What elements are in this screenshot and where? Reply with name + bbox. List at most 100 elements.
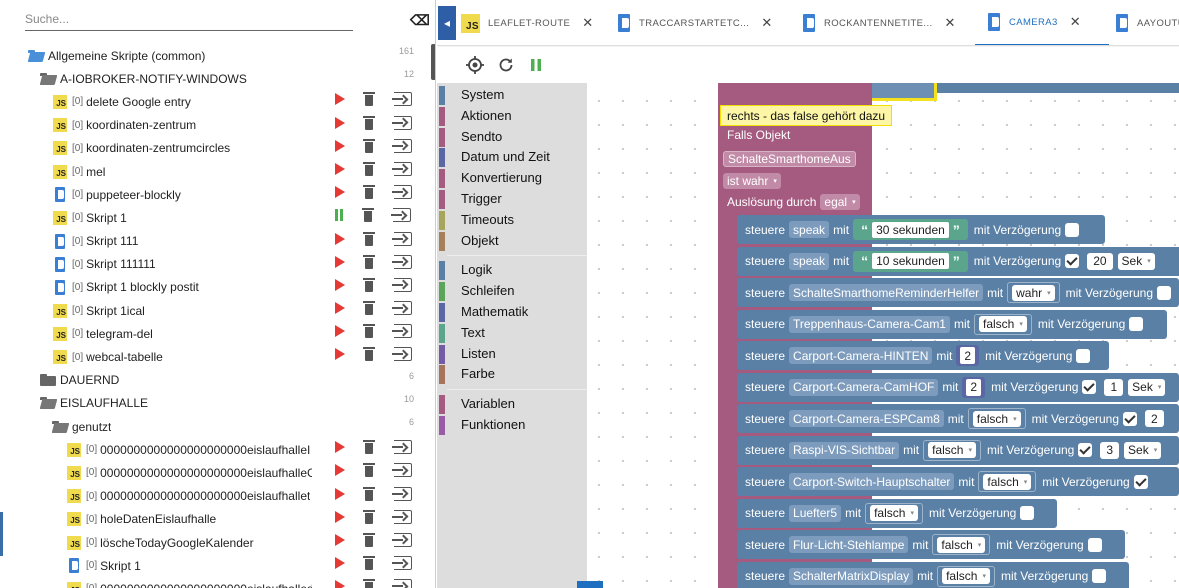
tab-rockantennetite[interactable]: ROCKANTENNETITE... ✕ <box>802 0 956 45</box>
toolbox-category-text[interactable]: Text <box>437 323 587 344</box>
export-icon[interactable] <box>392 463 412 478</box>
script-row[interactable]: JS [0]0000000000000000000000eislaufhalled… <box>0 577 430 588</box>
script-row[interactable]: [0] Skript 111111 <box>0 253 430 276</box>
toolbox-category-timeouts[interactable]: Timeouts <box>437 210 587 231</box>
script-row[interactable]: JS [0] delete Google entry <box>0 90 430 113</box>
play-icon[interactable] <box>335 464 345 477</box>
trash-icon[interactable] <box>363 579 375 588</box>
export-icon[interactable] <box>392 532 412 547</box>
script-row[interactable]: JS [0] löscheTodayGoogleKalender <box>0 531 430 554</box>
play-icon[interactable] <box>335 557 345 570</box>
export-icon[interactable] <box>392 185 412 200</box>
trash-icon[interactable] <box>363 277 375 292</box>
control-block[interactable]: steuere Luefter5 mit falsch ▾ mit Verzögerung <box>737 498 1057 528</box>
script-row[interactable]: [0] Skript 111 <box>0 230 430 253</box>
play-icon[interactable] <box>335 232 345 245</box>
toolbox-category-funktionen[interactable]: Funktionen <box>437 415 587 436</box>
play-icon[interactable] <box>335 302 345 315</box>
toolbox-category-mathematik[interactable]: Mathematik <box>437 302 587 323</box>
toolbox-category-trigger[interactable]: Trigger <box>437 189 587 210</box>
export-icon[interactable] <box>392 556 412 571</box>
delay-unit-select[interactable]: Sek ▾ <box>1117 252 1155 270</box>
play-icon[interactable] <box>335 348 345 361</box>
value-slot[interactable]: falsch ▾ <box>967 408 1026 429</box>
control-block[interactable]: steuere Raspi-VIS-Sichtbar mit falsch ▾ mit V… <box>737 435 1179 465</box>
delay-checkbox[interactable] <box>1078 443 1093 457</box>
control-block[interactable]: steuere Treppenhaus-Camera-Cam1 mit falsch ▾… <box>737 309 1167 339</box>
object-id-pill[interactable]: SchalterMatrixDisplay <box>789 567 914 585</box>
bool-select[interactable]: falsch ▾ <box>942 568 990 584</box>
script-row[interactable]: JS [0] 0000000000000000000000eislaufhalleG <box>0 461 430 484</box>
number-value[interactable]: 2 <box>960 347 976 364</box>
trash-icon[interactable] <box>363 324 375 339</box>
control-block[interactable]: steuere Carport-Camera-ESPCam8 mit falsch ▾ m… <box>737 404 1179 433</box>
play-icon[interactable] <box>335 116 345 129</box>
toolbox-category-system[interactable]: System <box>437 85 587 106</box>
script-row[interactable]: JS [0] 0000000000000000000000eislaufhalleI <box>0 438 430 461</box>
trash-icon[interactable] <box>363 301 375 316</box>
number-value[interactable]: 2 <box>966 378 982 396</box>
delay-value[interactable]: 1 <box>1104 378 1124 396</box>
script-row[interactable]: JS [0] holeDatenEislaufhalle <box>0 508 430 531</box>
toolbox-category-datum-und-zeit[interactable]: Datum und Zeit <box>437 147 587 168</box>
control-block[interactable]: steuere SchalteSmarthomeReminderHelfer mit… <box>737 278 1179 307</box>
script-row[interactable]: [0] Skript 1 blockly postit <box>0 276 430 299</box>
play-icon[interactable] <box>335 139 345 152</box>
play-icon[interactable] <box>335 441 345 454</box>
object-id-pill[interactable]: Carport-Camera-HINTEN <box>789 347 933 364</box>
trash-icon[interactable] <box>363 138 375 153</box>
bool-select[interactable]: falsch ▾ <box>972 410 1021 427</box>
export-icon[interactable] <box>392 231 412 246</box>
object-id-pill[interactable]: Flur-Licht-Stehlampe <box>789 536 909 553</box>
tab-traccarstartetc[interactable]: TRACCARSTARTETC... ✕ <box>617 0 773 45</box>
value-slot[interactable]: falsch ▾ <box>865 502 923 524</box>
script-row[interactable]: [0] puppeteer-blockly <box>0 183 430 206</box>
export-icon[interactable] <box>392 579 412 588</box>
toolbox-category-objekt[interactable]: Objekt <box>437 231 587 252</box>
text-value[interactable]: 30 sekunden <box>872 221 949 238</box>
workspace-scrollbar[interactable] <box>577 581 603 588</box>
play-icon[interactable] <box>335 510 345 523</box>
value-slot[interactable]: falsch ▾ <box>923 439 981 461</box>
toolbox-category-farbe[interactable]: Farbe <box>437 364 587 385</box>
toolbox-category-listen[interactable]: Listen <box>437 344 587 365</box>
script-row[interactable]: JS [0] koordinaten-zentrumcircles <box>0 137 430 160</box>
tab-aayoutub[interactable]: AAYOUTUB... <box>1115 0 1179 45</box>
delay-checkbox[interactable] <box>1065 254 1080 268</box>
object-id-pill[interactable]: speak <box>789 221 830 238</box>
block-comment[interactable]: rechts - das false gehört dazu <box>720 105 893 126</box>
script-row[interactable]: JS [0] koordinaten-zentrum <box>0 114 430 137</box>
control-block[interactable]: steuere Flur-Licht-Stehlampe mit falsch ▾ mit… <box>737 530 1125 559</box>
control-block[interactable]: steuere Carport-Camera-CamHOF mit 2 mit Verz… <box>737 372 1179 402</box>
restart-icon[interactable] <box>497 56 515 74</box>
delay-checkbox[interactable] <box>1157 285 1171 300</box>
object-id-pill[interactable]: Luefter5 <box>789 504 842 522</box>
export-icon[interactable] <box>392 301 412 316</box>
delay-value[interactable]: 20 <box>1087 252 1113 270</box>
condition-select[interactable]: ist wahr ▾ <box>723 173 781 189</box>
export-icon[interactable] <box>392 161 412 176</box>
close-icon[interactable]: ✕ <box>1070 14 1081 30</box>
delay-checkbox[interactable] <box>1020 506 1035 520</box>
script-row[interactable]: JS [0] Skript 1 <box>0 206 430 229</box>
close-icon[interactable]: ✕ <box>761 15 772 31</box>
delay-checkbox[interactable] <box>1123 411 1138 426</box>
delay-checkbox[interactable] <box>1129 317 1144 331</box>
trigger-by-select[interactable]: egal ▾ <box>820 194 860 210</box>
value-slot[interactable]: falsch ▾ <box>937 565 995 587</box>
value-slot[interactable]: 2 <box>956 345 980 366</box>
text-value[interactable]: 10 sekunden <box>872 253 949 269</box>
value-slot[interactable]: 2 <box>962 376 986 398</box>
export-icon[interactable] <box>392 277 412 292</box>
toolbox-category-variablen[interactable]: Variablen <box>437 394 587 415</box>
object-id-pill[interactable]: Carport-Camera-CamHOF <box>789 378 939 396</box>
control-block[interactable]: steuere Carport-Switch-Hauptschalter mit fa… <box>737 467 1179 496</box>
play-icon[interactable] <box>335 255 345 268</box>
delay-unit-select[interactable]: Sek ▾ <box>1124 441 1162 459</box>
object-id-pill[interactable]: Treppenhaus-Camera-Cam1 <box>789 315 950 333</box>
play-icon[interactable] <box>335 533 345 546</box>
folder-row[interactable]: DAUERND 6 <box>0 369 430 392</box>
delay-checkbox[interactable] <box>1082 380 1097 394</box>
export-icon[interactable] <box>392 440 412 455</box>
bool-select[interactable]: falsch ▾ <box>870 505 918 521</box>
